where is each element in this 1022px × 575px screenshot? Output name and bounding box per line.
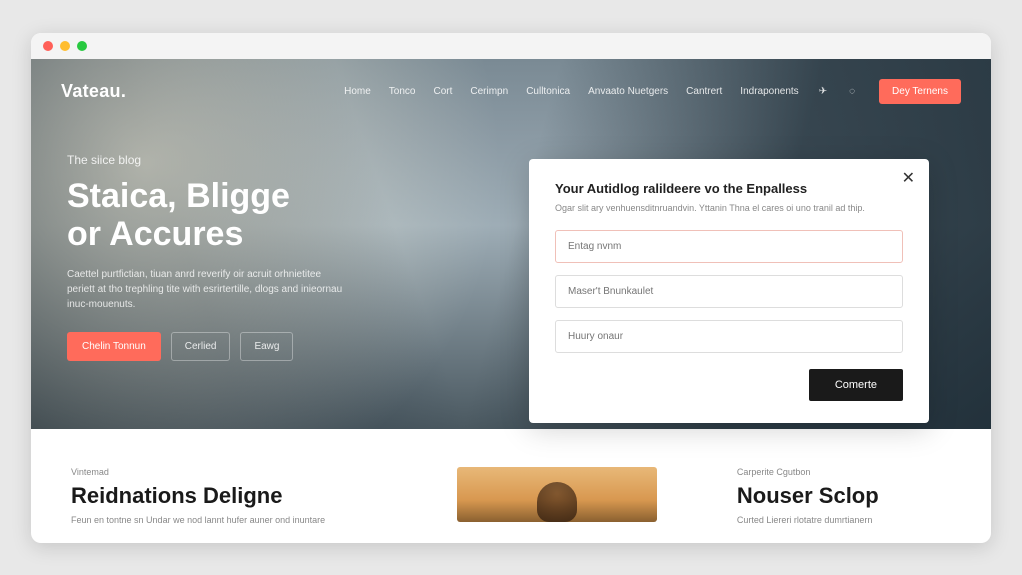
brand-logo[interactable]: Vateau. (61, 81, 126, 102)
plane-icon[interactable]: ✈ (817, 86, 829, 97)
modal-input-2[interactable] (555, 275, 903, 308)
modal-subtitle: Ogar slit ary venhuensditnruandvin. Ytta… (555, 202, 903, 215)
modal-submit-button[interactable]: Comerte (809, 369, 903, 401)
hero-primary-button[interactable]: Chelin Tonnun (67, 332, 161, 361)
nav-cta-button[interactable]: Dey Ternens (879, 79, 961, 104)
card-2-desc: Curted Liereri rlotatre dumrtianern (737, 515, 951, 525)
nav-item-home[interactable]: Home (344, 86, 371, 97)
card-2-eyebrow: Carperite Cgutbon (737, 467, 951, 477)
nav-item-6[interactable]: Cantrert (686, 86, 722, 97)
cards-section: Vintemad Reidnations Deligne Feun en ton… (31, 429, 991, 525)
maximize-window-button[interactable] (77, 41, 87, 51)
nav-item-1[interactable]: Tonco (389, 86, 416, 97)
card-1-desc: Feun en tontne sn Undar we nod lannt huf… (71, 515, 377, 525)
nav-links: Home Tonco Cort Cerimpn Culltonica Anvaa… (344, 79, 961, 104)
hero-secondary-button-1[interactable]: Cerlied (171, 332, 231, 361)
viewport: Vateau. Home Tonco Cort Cerimpn Culltoni… (31, 59, 991, 543)
card-2-title: Nouser Sclop (737, 483, 951, 509)
card-2: Carperite Cgutbon Nouser Sclop Curted Li… (737, 467, 951, 525)
hero-content: The siice blog Staica, Bligge or Accures… (31, 107, 351, 361)
nav-item-5[interactable]: Anvaato Nuetgers (588, 86, 668, 97)
top-nav: Vateau. Home Tonco Cort Cerimpn Culltoni… (31, 59, 991, 107)
hero-eyebrow: The siice blog (67, 153, 351, 167)
close-icon[interactable]: ✕ (902, 171, 915, 187)
modal-title: Your Autidlog ralildeere vo the Enpalles… (555, 181, 903, 196)
hero-description: Caettel purtfictian, tiuan anrd reverify… (67, 267, 347, 312)
card-1-title: Reidnations Deligne (71, 483, 377, 509)
hero-secondary-button-2[interactable]: Eawg (240, 332, 293, 361)
minimize-window-button[interactable] (60, 41, 70, 51)
hero-title: Staica, Bligge or Accures (67, 177, 351, 253)
window-titlebar (31, 33, 991, 59)
card-1: Vintemad Reidnations Deligne Feun en ton… (71, 467, 377, 525)
hero-title-line2: or Accures (67, 215, 243, 253)
card-image (457, 467, 657, 522)
nav-item-7[interactable]: Indraponents (740, 86, 798, 97)
modal-input-1[interactable] (555, 230, 903, 263)
modal-input-3[interactable] (555, 320, 903, 353)
nav-item-4[interactable]: Culltonica (526, 86, 570, 97)
globe-icon[interactable]: ◌ (847, 86, 857, 97)
card-1-eyebrow: Vintemad (71, 467, 377, 477)
close-window-button[interactable] (43, 41, 53, 51)
nav-item-2[interactable]: Cort (433, 86, 452, 97)
browser-window: Vateau. Home Tonco Cort Cerimpn Culltoni… (31, 33, 991, 543)
nav-item-3[interactable]: Cerimpn (470, 86, 508, 97)
hero-title-line1: Staica, Bligge (67, 177, 290, 215)
hero-buttons: Chelin Tonnun Cerlied Eawg (67, 332, 351, 361)
signup-modal: ✕ Your Autidlog ralildeere vo the Enpall… (529, 159, 929, 424)
